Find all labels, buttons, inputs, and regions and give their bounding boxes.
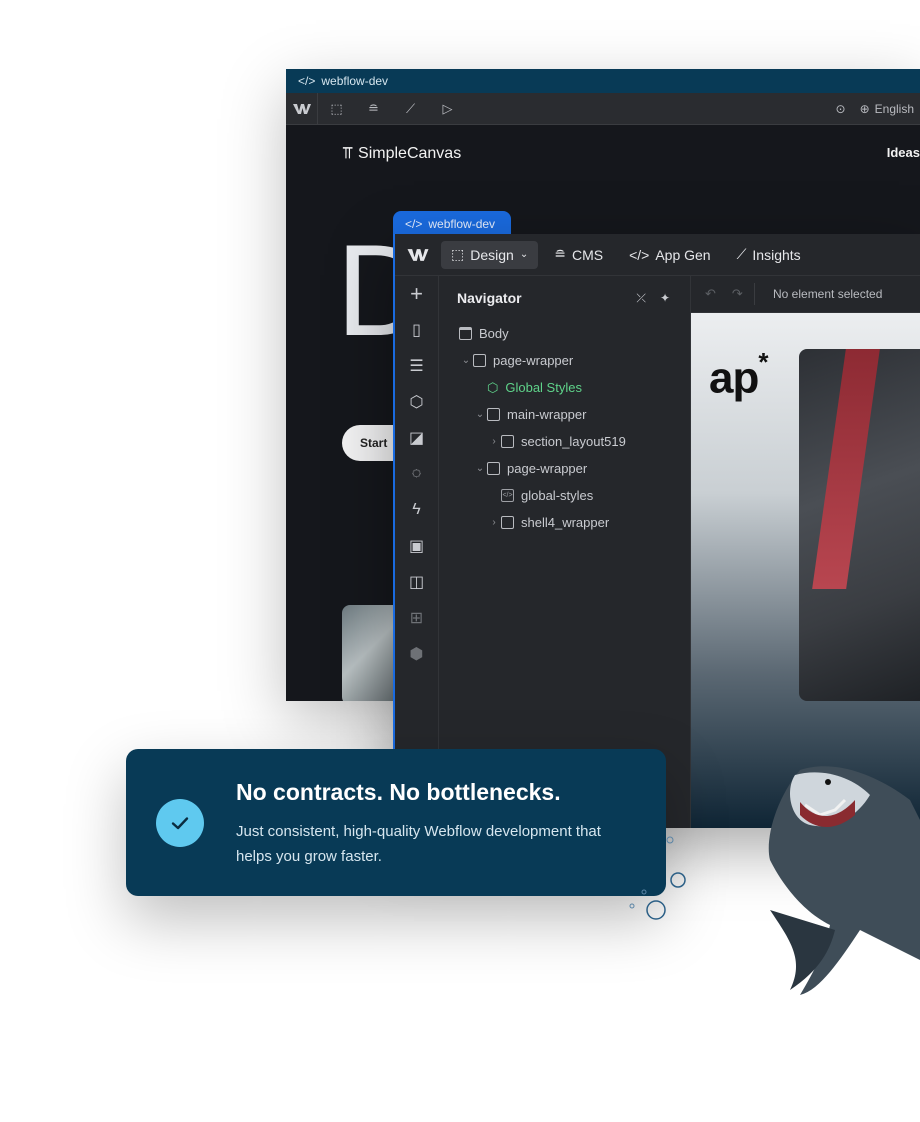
code-icon: </> [298, 74, 316, 88]
tree-item-label: Global Styles [505, 380, 582, 395]
chevron-down-icon[interactable]: ⌄ [473, 409, 487, 420]
tree-item-global-styles-embed[interactable]: </> global-styles [439, 482, 690, 509]
cube-icon: ⬡ [487, 379, 499, 395]
drops-icon[interactable]: ◌ [395, 456, 438, 492]
cube-icon[interactable]: ⬡ [395, 384, 438, 420]
box-icon [501, 435, 514, 448]
tree-item-main-wrapper[interactable]: ⌄ main-wrapper [439, 401, 690, 428]
navigator-panel: Navigator ⤫ ✦ Body ⌄ page-wrapper ⬡ Glob… [439, 276, 691, 828]
code-icon: </> [629, 246, 650, 263]
back-tab-label: webflow-dev [321, 74, 389, 88]
code-icon: </> [405, 216, 423, 231]
red-banner-image [812, 349, 880, 589]
tree-item-page-wrapper-2[interactable]: ⌄ page-wrapper [439, 455, 690, 482]
chart-icon[interactable]: ⟋ [392, 101, 429, 117]
redo-icon[interactable]: ↷ [732, 286, 743, 302]
canvas-toolbar: ↶ ↷ No element selected [691, 276, 920, 313]
app-gen-label: App Gen [655, 246, 711, 263]
webflow-logo-icon[interactable] [286, 92, 318, 125]
start-button-label: Start [360, 436, 388, 450]
selection-status: No element selected [773, 287, 883, 301]
hero-photo [799, 349, 920, 701]
insights-button[interactable]: ⟋ Insights [727, 241, 811, 269]
tree-item-global-styles[interactable]: ⬡ Global Styles [439, 374, 690, 401]
tree-item-page-wrapper[interactable]: ⌄ page-wrapper [439, 347, 690, 374]
play-icon[interactable]: ▷ [429, 101, 466, 117]
tree-item-label: section_layout519 [521, 434, 626, 449]
back-window-tab[interactable]: </> webflow-dev [286, 69, 920, 93]
ap-logo-mark: * [758, 347, 768, 377]
back-toolbar: ⬚ ≘ ⟋ ▷ ⊙ ⊕ English [286, 92, 920, 125]
database-icon[interactable]: ≘ [355, 101, 392, 117]
check-icon [156, 799, 204, 847]
webflow-logo-icon[interactable] [395, 248, 441, 262]
nav-link-ideas[interactable]: Ideas [887, 145, 920, 160]
navigator-title: Navigator [457, 290, 522, 306]
simplecanvas-mark-icon: ⫪ [343, 145, 353, 162]
book-icon[interactable]: ◫ [395, 564, 438, 600]
cms-label: CMS [571, 246, 604, 263]
front-designer-window: ⬚ Design ⌄ ≘ CMS </> App Gen ⟋ Insights … [393, 234, 920, 828]
front-window-tab[interactable]: </> webflow-dev [393, 211, 511, 236]
box-icon [501, 516, 514, 529]
tree-item-label: Body [479, 326, 509, 341]
plus-icon[interactable]: + [395, 276, 438, 312]
ap-logo-text: ap [709, 353, 759, 403]
globe-icon: ⊕ [859, 101, 870, 116]
chevron-right-icon[interactable]: › [487, 517, 501, 528]
box-icon [487, 408, 500, 421]
ap-logo: ap* [709, 347, 768, 404]
box-icon [487, 462, 500, 475]
tree-item-label: page-wrapper [507, 461, 588, 476]
front-toolbar: ⬚ Design ⌄ ≘ CMS </> App Gen ⟋ Insights [395, 234, 920, 276]
undo-icon[interactable]: ↶ [705, 286, 716, 302]
tree-item-label: page-wrapper [493, 353, 574, 368]
chevron-down-icon: ⌄ [519, 249, 529, 260]
box-icon [459, 327, 472, 340]
language-selector[interactable]: ⊕ English [860, 102, 914, 116]
embed-code-icon: </> [501, 489, 514, 502]
cursor-icon[interactable]: ⬚ [318, 101, 355, 117]
simplecanvas-logo-text: SimpleCanvas [358, 145, 462, 162]
cms-button[interactable]: ≘ CMS [544, 241, 613, 269]
box-icon [473, 354, 486, 367]
tree-item-label: main-wrapper [507, 407, 587, 422]
apps-icon[interactable]: ⊞ [395, 600, 438, 636]
tree-item-body[interactable]: Body [439, 320, 690, 347]
insights-label: Insights [752, 246, 801, 263]
pin-icon[interactable]: ✦ [660, 291, 670, 306]
lightning-icon[interactable]: ϟ [395, 492, 438, 528]
language-label: English [874, 101, 914, 116]
left-tool-rail: + ▯ ☰ ⬡ ◪ ◌ ϟ ▣ ◫ ⊞ ⬢ [395, 276, 439, 828]
preview-icon[interactable]: ⊙ [836, 102, 846, 116]
card-title: No contracts. No bottlenecks. [236, 779, 561, 805]
navigator-header: Navigator ⤫ ✦ [439, 276, 690, 320]
package-icon[interactable]: ⬢ [395, 636, 438, 672]
tree-item-label: shell4_wrapper [521, 515, 610, 530]
tree-item-shell4-wrapper[interactable]: › shell4_wrapper [439, 509, 690, 536]
chevron-down-icon[interactable]: ⌄ [473, 463, 487, 474]
cursor-icon: ⬚ [451, 246, 465, 262]
bubbles-decoration [629, 836, 686, 920]
database-icon: ≘ [554, 246, 566, 262]
chevron-down-icon[interactable]: ⌄ [459, 355, 473, 366]
front-tab-label: webflow-dev [428, 216, 496, 231]
simplecanvas-logo[interactable]: ⫪ SimpleCanvas [343, 145, 461, 163]
chart-icon: ⟋ [736, 246, 747, 262]
image-icon[interactable]: ▣ [395, 528, 438, 564]
tree-item-label: global-styles [521, 488, 594, 503]
style-icon[interactable]: ◪ [395, 420, 438, 456]
navigator-icon[interactable]: ☰ [395, 348, 438, 384]
card-body: Just consistent, high-quality Webflow de… [236, 823, 601, 865]
chevron-right-icon[interactable]: › [487, 436, 501, 447]
design-mode-button[interactable]: ⬚ Design ⌄ [441, 240, 539, 269]
feature-card: No contracts. No bottlenecks. Just consi… [126, 749, 666, 896]
collapse-icon[interactable]: ⤫ [636, 291, 646, 306]
shark-illustration [768, 766, 920, 995]
design-canvas[interactable]: ap* [691, 313, 920, 828]
design-label: Design [470, 246, 514, 263]
tree-item-section-layout519[interactable]: › section_layout519 [439, 428, 690, 455]
page-icon[interactable]: ▯ [395, 312, 438, 348]
app-gen-button[interactable]: </> App Gen [619, 241, 721, 269]
